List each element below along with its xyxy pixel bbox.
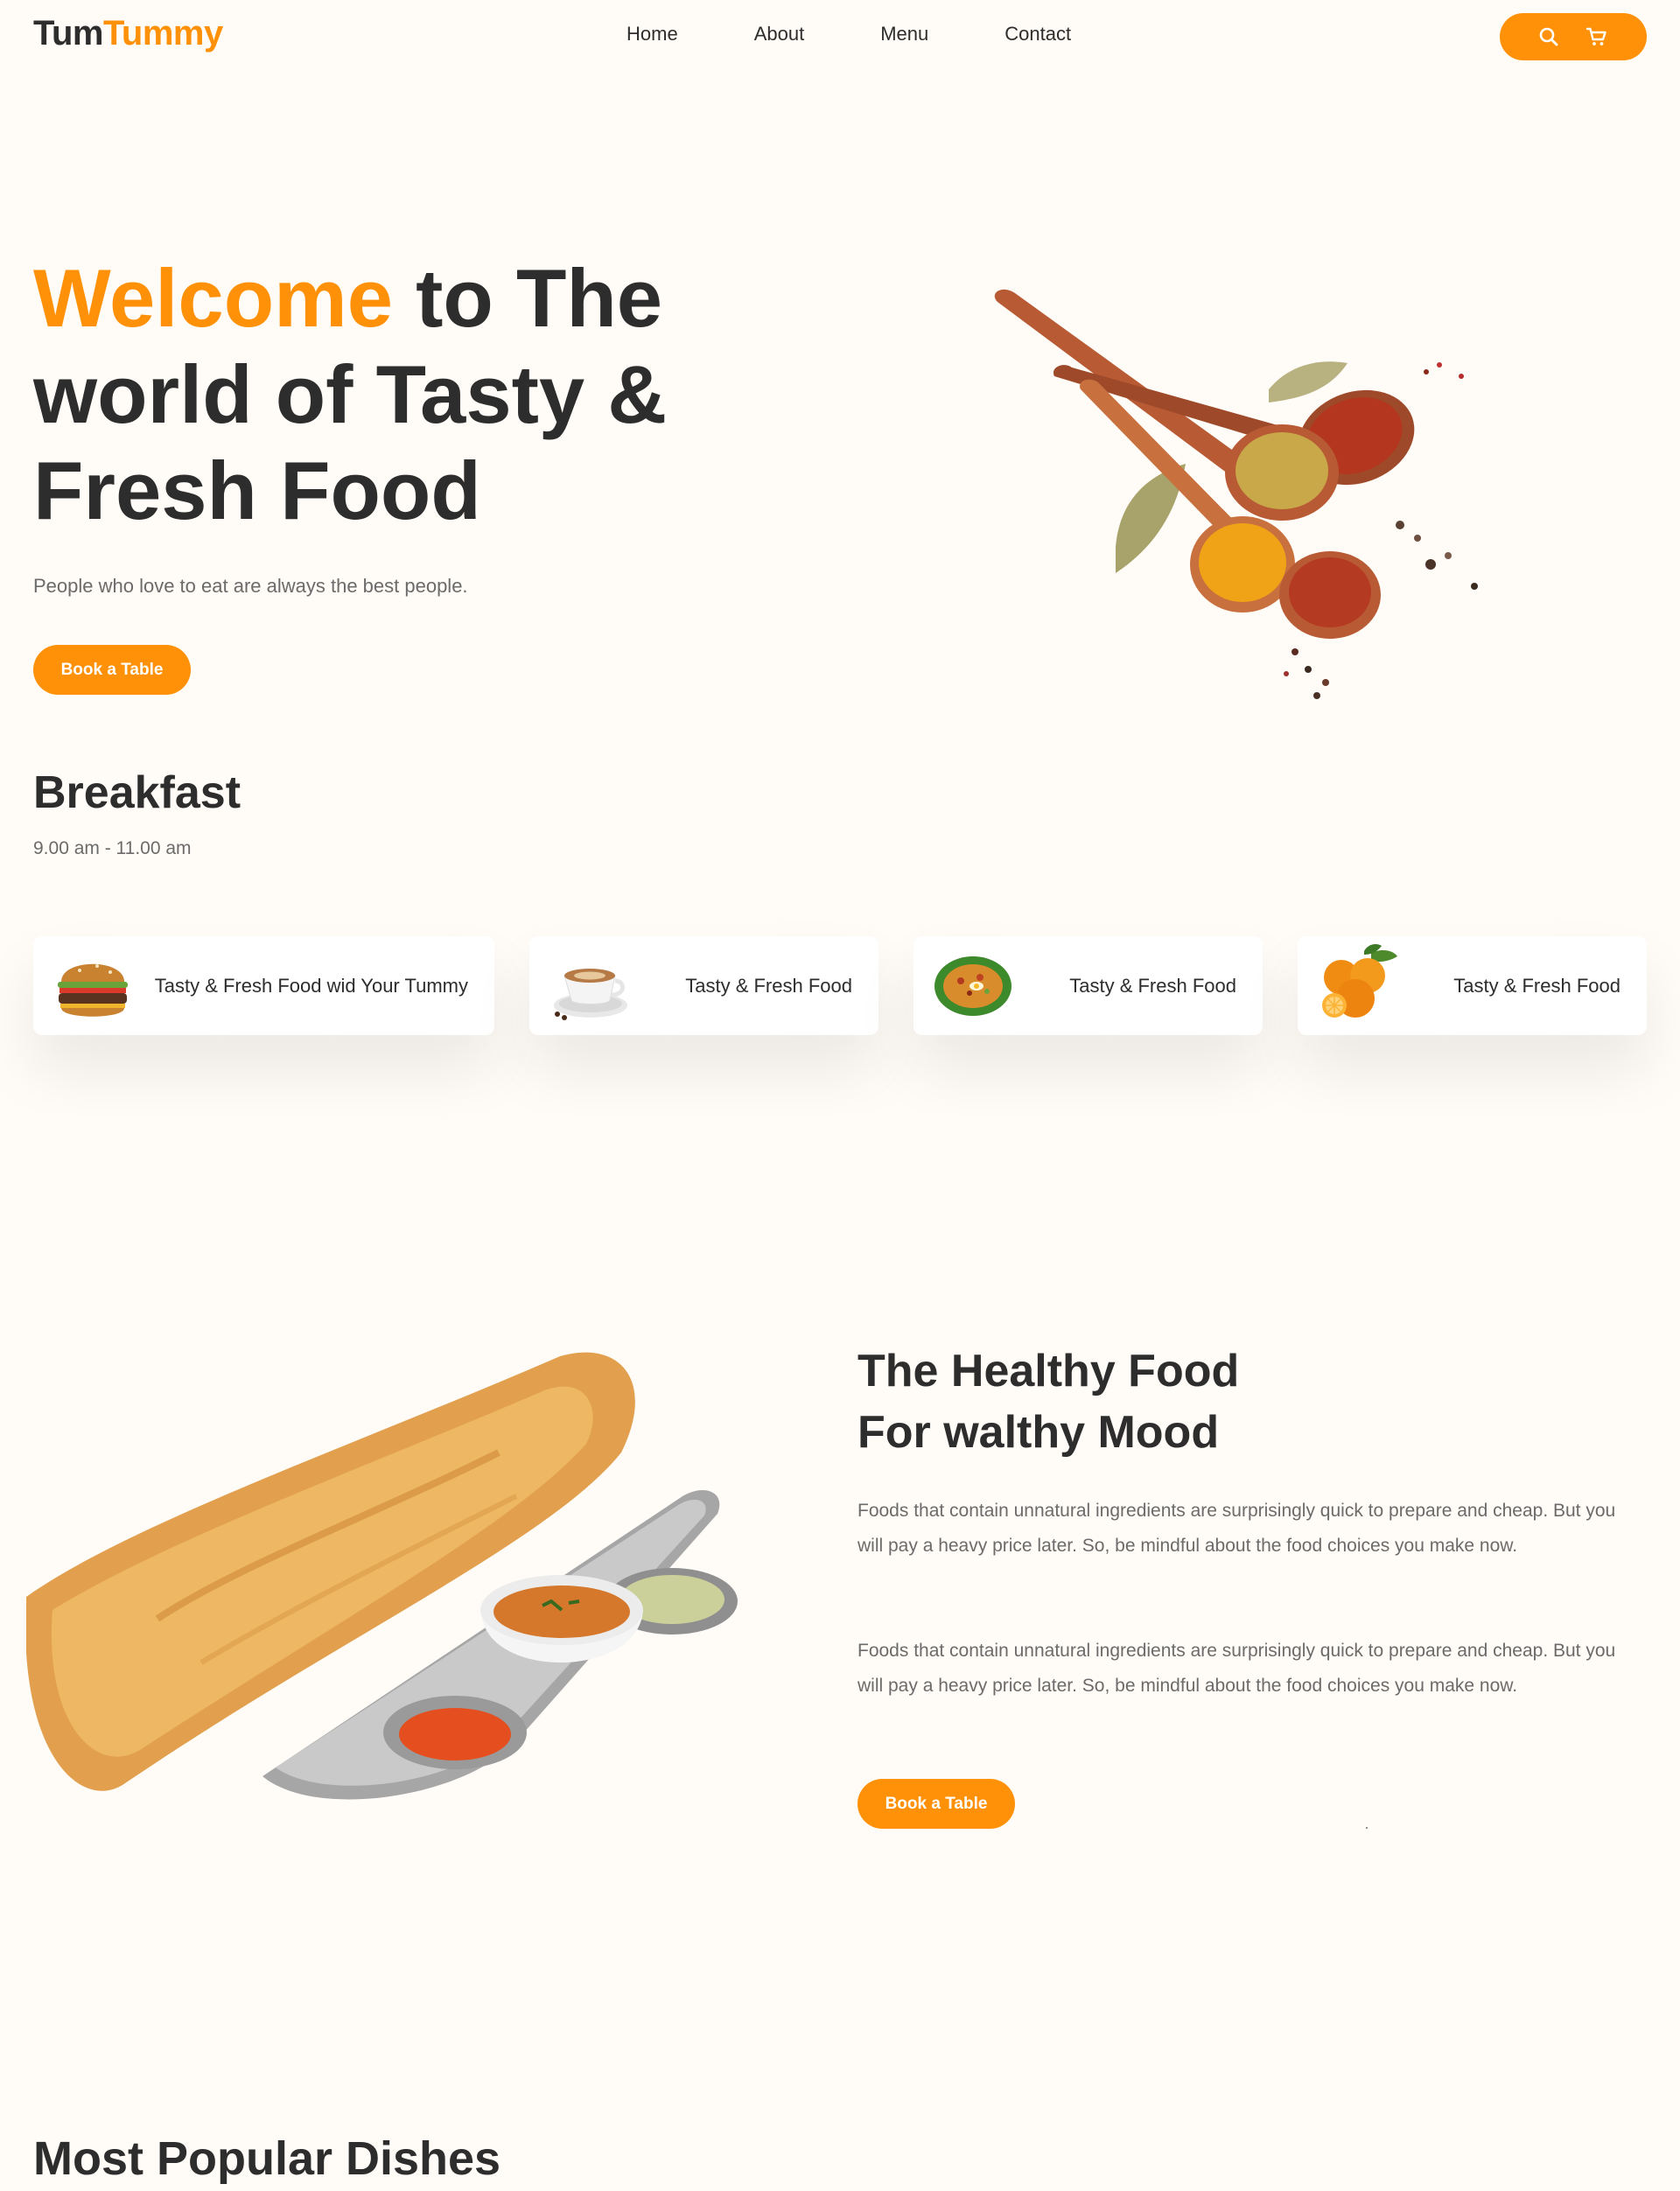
search-icon[interactable] (1538, 26, 1559, 47)
food-card[interactable]: Tasty & Fresh Food (529, 936, 878, 1035)
popular-dishes-title: Most Popular Dishes (33, 2132, 501, 2185)
food-card-label: Tasty & Fresh Food wid Your Tummy (154, 974, 468, 997)
healthy-title-line1: The Healthy Food (858, 1346, 1240, 1396)
nav-actions (1500, 13, 1647, 60)
food-card-label: Tasty & Fresh Food (1453, 974, 1620, 997)
hero-title: Welcome to The world of Tasty & Fresh Fo… (33, 250, 733, 539)
spices-image (989, 284, 1514, 704)
rice-plate-image (929, 942, 1017, 1030)
healthy-paragraph: Foods that contain unnatural ingredients… (858, 1641, 1616, 1696)
coffee-cup-image (545, 942, 633, 1030)
oranges-image (1313, 942, 1401, 1030)
breakfast-time: 9.00 am - 11.00 am (33, 838, 192, 858)
cart-icon[interactable] (1586, 26, 1608, 47)
food-card[interactable]: Tasty & Fresh Food (1298, 936, 1647, 1035)
book-table-button[interactable]: Book a Table (33, 645, 191, 695)
brand-logo-part1: Tum (33, 14, 103, 52)
breakfast-title: Breakfast (33, 767, 242, 818)
book-table-button[interactable]: Book a Table (858, 1779, 1015, 1829)
page: TumTummy Home About Menu Contact Welcome… (0, 0, 1680, 2191)
dosa-image (25, 1348, 831, 1811)
burger-image (49, 942, 136, 1030)
healthy-title-line2: For walthy Mood (858, 1407, 1220, 1458)
decorative-dot (1366, 1827, 1368, 1829)
food-card-label: Tasty & Fresh Food (685, 974, 852, 997)
brand-logo-part2: Tummy (102, 14, 223, 52)
nav-links: Home About Menu Contact (626, 23, 1147, 46)
nav-link-about[interactable]: About (754, 23, 805, 46)
navbar: TumTummy Home About Menu Contact (0, 0, 1680, 74)
hero-title-accent: Welcome (33, 252, 393, 344)
nav-link-menu[interactable]: Menu (880, 23, 928, 46)
nav-link-contact[interactable]: Contact (1004, 23, 1071, 46)
healthy-title: The Healthy Food For walthy Mood (858, 1340, 1522, 1463)
hero-subtitle: People who love to eat are always the be… (33, 575, 468, 597)
food-card[interactable]: Tasty & Fresh Food wid Your Tummy (33, 936, 494, 1035)
food-card[interactable]: Tasty & Fresh Food (914, 936, 1263, 1035)
food-card-label: Tasty & Fresh Food (1069, 974, 1236, 997)
healthy-paragraph: Foods that contain unnatural ingredients… (858, 1501, 1616, 1556)
brand-logo[interactable]: TumTummy (33, 14, 223, 53)
nav-link-home[interactable]: Home (626, 23, 678, 46)
